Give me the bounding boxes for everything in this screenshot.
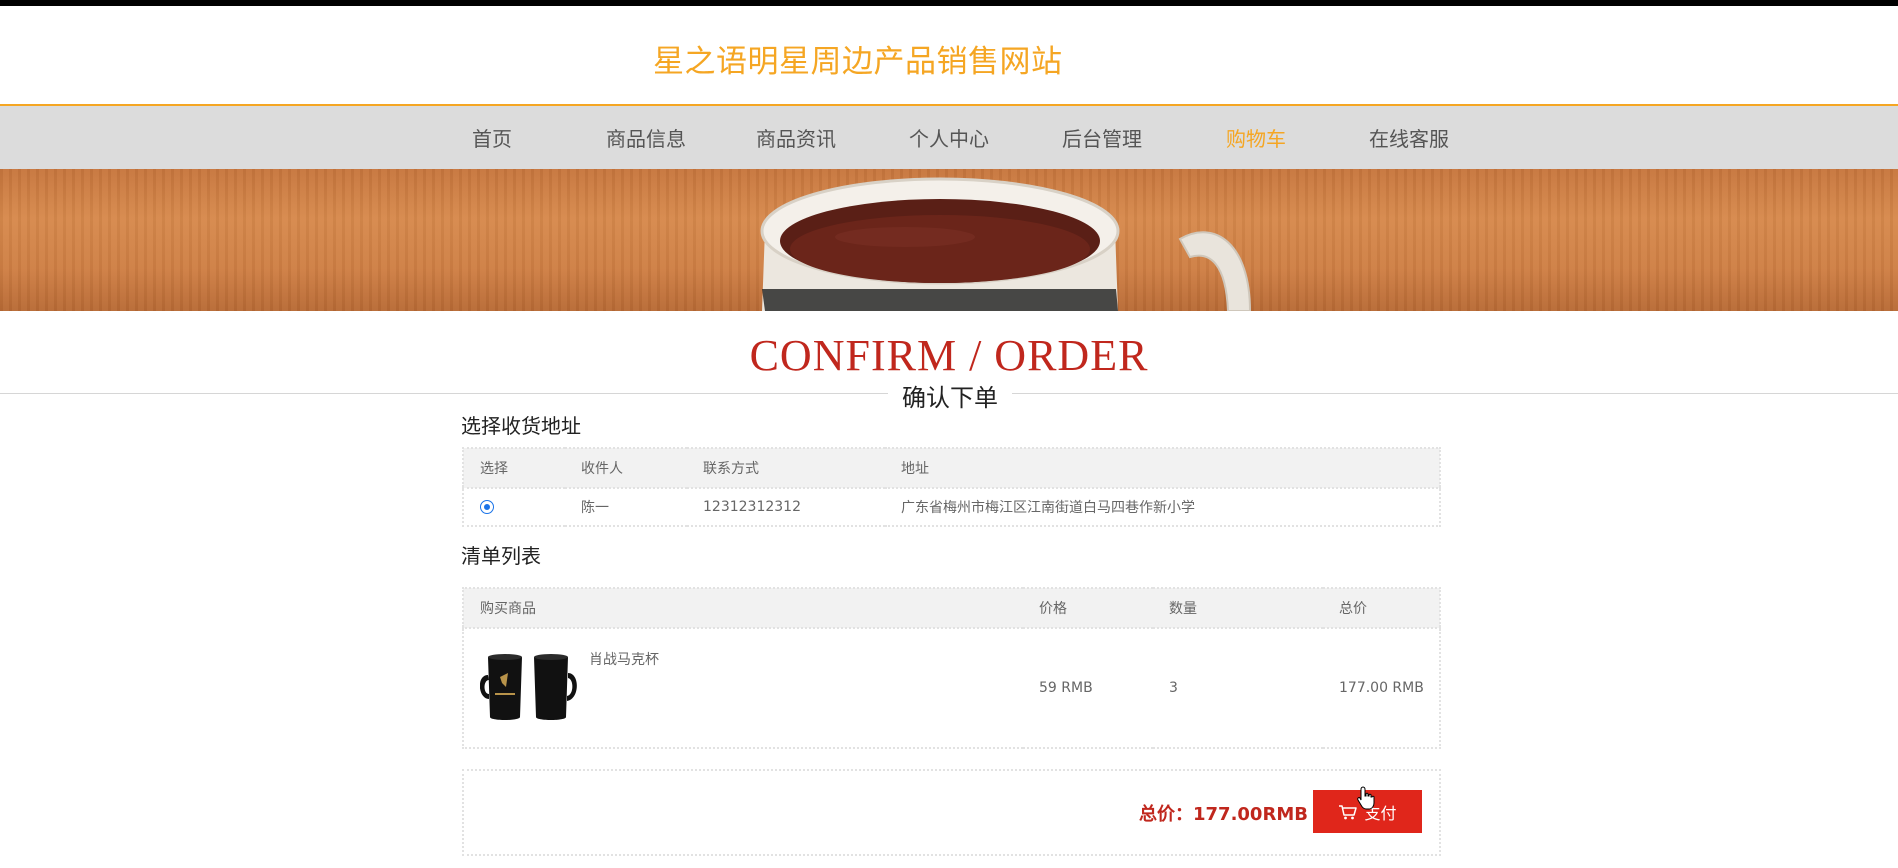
col-recipient: 收件人 [565,448,687,488]
nav-item-products[interactable]: 商品信息 [606,123,686,152]
col-address: 地址 [885,448,1440,488]
section-title-en: CONFIRM / ORDER [749,331,1149,380]
nav-item-admin[interactable]: 后台管理 [1062,123,1142,152]
cart-icon [1339,804,1358,819]
col-select: 选择 [463,448,565,488]
banner-image [0,169,1898,311]
site-title[interactable]: 星之语明星周边产品销售网站 [653,36,1063,81]
item-row: 肖战马克杯 59 RMB 3 177.00 RMB [463,627,1440,748]
col-product: 购买商品 [463,588,1023,628]
product-quantity: 3 [1153,627,1323,748]
recipient-address: 广东省梅州市梅江区江南街道白马四巷作新小学 [885,487,1440,526]
col-phone: 联系方式 [687,448,885,488]
order-summary: 总价：177.00RMB 支付 [462,769,1441,856]
nav-item-cart[interactable]: 购物车 [1226,123,1286,152]
product-total: 177.00 RMB [1323,627,1440,748]
nav-item-personal-center[interactable]: 个人中心 [909,123,989,152]
items-heading: 清单列表 [461,544,541,568]
address-table: 选择 收件人 联系方式 地址 陈一 12312312312 广东省梅州市梅江区江… [462,447,1441,527]
address-heading: 选择收货地址 [461,414,581,438]
site-header: 星之语明星周边产品销售网站 [0,6,1898,104]
product-price: 59 RMB [1023,627,1153,748]
col-price: 价格 [1023,588,1153,628]
address-table-header: 选择 收件人 联系方式 地址 [463,448,1440,488]
recipient-name: 陈一 [565,487,687,526]
coffee-mug-image [760,177,1252,311]
col-quantity: 数量 [1153,588,1323,628]
recipient-phone: 12312312312 [687,487,885,526]
product-cell: 肖战马克杯 [480,651,1023,731]
main-nav: 首页 商品信息 商品资讯 个人中心 后台管理 购物车 在线客服 [0,104,1898,169]
product-name[interactable]: 肖战马克杯 [589,649,659,669]
section-title-cn: 确认下单 [888,378,1012,413]
total-price: 总价：177.00RMB [1139,804,1308,825]
items-table: 购买商品 价格 数量 总价 肖战马克杯 59 RMB 3 177.00 RMB [462,587,1441,749]
nav-item-online-service[interactable]: 在线客服 [1369,123,1449,152]
address-row[interactable]: 陈一 12312312312 广东省梅州市梅江区江南街道白马四巷作新小学 [463,487,1440,526]
nav-item-news[interactable]: 商品资讯 [756,123,836,152]
address-radio[interactable] [480,500,494,514]
col-total: 总价 [1323,588,1440,628]
items-table-header: 购买商品 价格 数量 总价 [463,588,1440,628]
hand-cursor-icon [1357,786,1375,810]
nav-item-home[interactable]: 首页 [472,123,512,152]
mug-product-image[interactable] [480,651,580,726]
